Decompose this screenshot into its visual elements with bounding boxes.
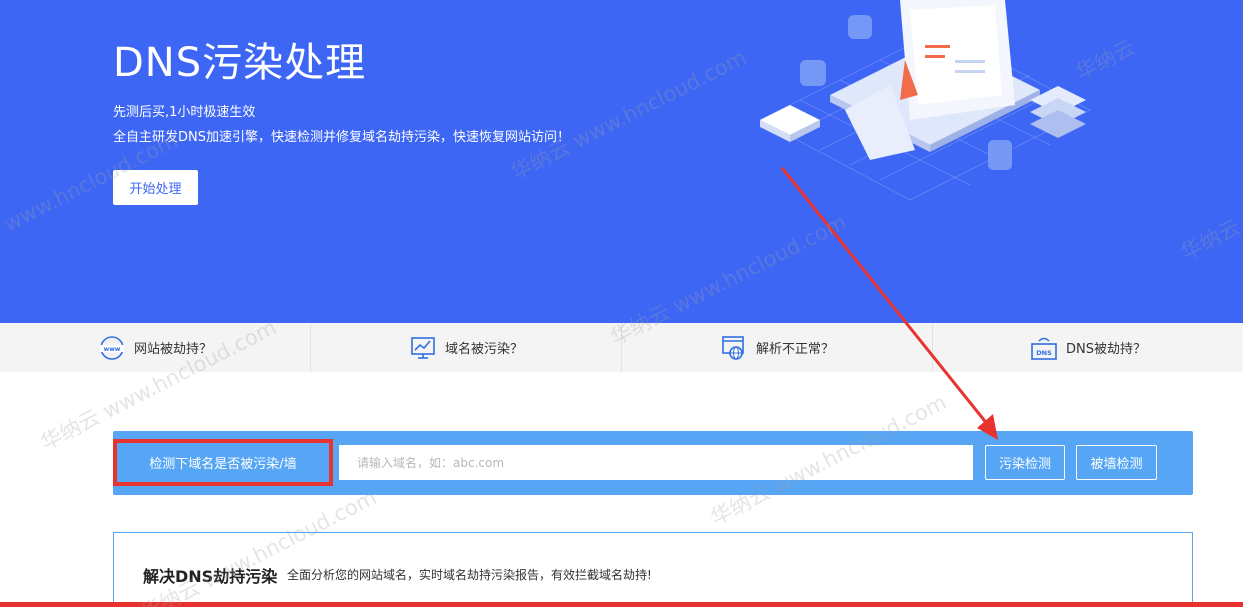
hero-title: DNS污染处理 <box>113 40 367 86</box>
chart-icon <box>411 336 435 359</box>
feature-label: 解析不正常？ <box>755 342 834 357</box>
domain-input[interactable] <box>339 445 973 480</box>
globe-browser-icon <box>722 335 744 360</box>
www-icon: www <box>99 335 124 360</box>
domain-check-bar: 检测下域名是否被污染/墙 污染检测 被墙检测 <box>113 431 1193 495</box>
feature-strip: www 网站被劫持？ 域名被污染？ 解析不正常？ DNS DNS被劫持？ <box>0 323 1243 372</box>
hero-banner: DNS污染处理 先测后买,1小时极速生效 全自主研发DNS加速引擎，快速检测并修… <box>0 0 1243 323</box>
hero-subtitle-1: 先测后买,1小时极速生效 <box>113 105 256 120</box>
svg-text:DNS: DNS <box>1036 349 1052 357</box>
svg-text:www: www <box>104 346 121 353</box>
check-label: 检测下域名是否被污染/墙 <box>149 457 297 472</box>
solution-card: 解决DNS劫持污染 全面分析您的网站域名，实时域名劫持污染报告，有效拦截域名劫持… <box>113 532 1193 607</box>
feature-label: 域名被污染？ <box>444 342 523 357</box>
pollution-check-button[interactable]: 污染检测 <box>985 445 1065 480</box>
solution-title: 解决DNS劫持污染 <box>143 567 278 586</box>
laptop-illustration <box>758 0 1092 200</box>
feature-website-hijack[interactable]: www 网站被劫持？ <box>0 323 311 372</box>
feature-dns-hijack[interactable]: DNS DNS被劫持？ <box>933 323 1243 372</box>
solution-description: 全面分析您的网站域名，实时域名劫持污染报告，有效拦截域名劫持! <box>287 568 652 582</box>
feature-resolution-abnormal[interactable]: 解析不正常？ <box>622 323 933 372</box>
feature-label: DNS被劫持？ <box>1066 342 1146 357</box>
bottom-divider <box>0 602 1243 607</box>
dns-server-icon: DNS <box>1031 337 1057 360</box>
feature-label: 网站被劫持？ <box>133 342 212 357</box>
start-processing-button[interactable]: 开始处理 <box>113 170 198 205</box>
wall-check-button[interactable]: 被墙检测 <box>1076 445 1157 480</box>
highlighted-label-box: 检测下域名是否被污染/墙 <box>113 439 333 486</box>
feature-domain-pollution[interactable]: 域名被污染？ <box>311 323 622 372</box>
hero-subtitle-2: 全自主研发DNS加速引擎，快速检测并修复域名劫持污染，快速恢复网站访问！ <box>113 130 570 145</box>
